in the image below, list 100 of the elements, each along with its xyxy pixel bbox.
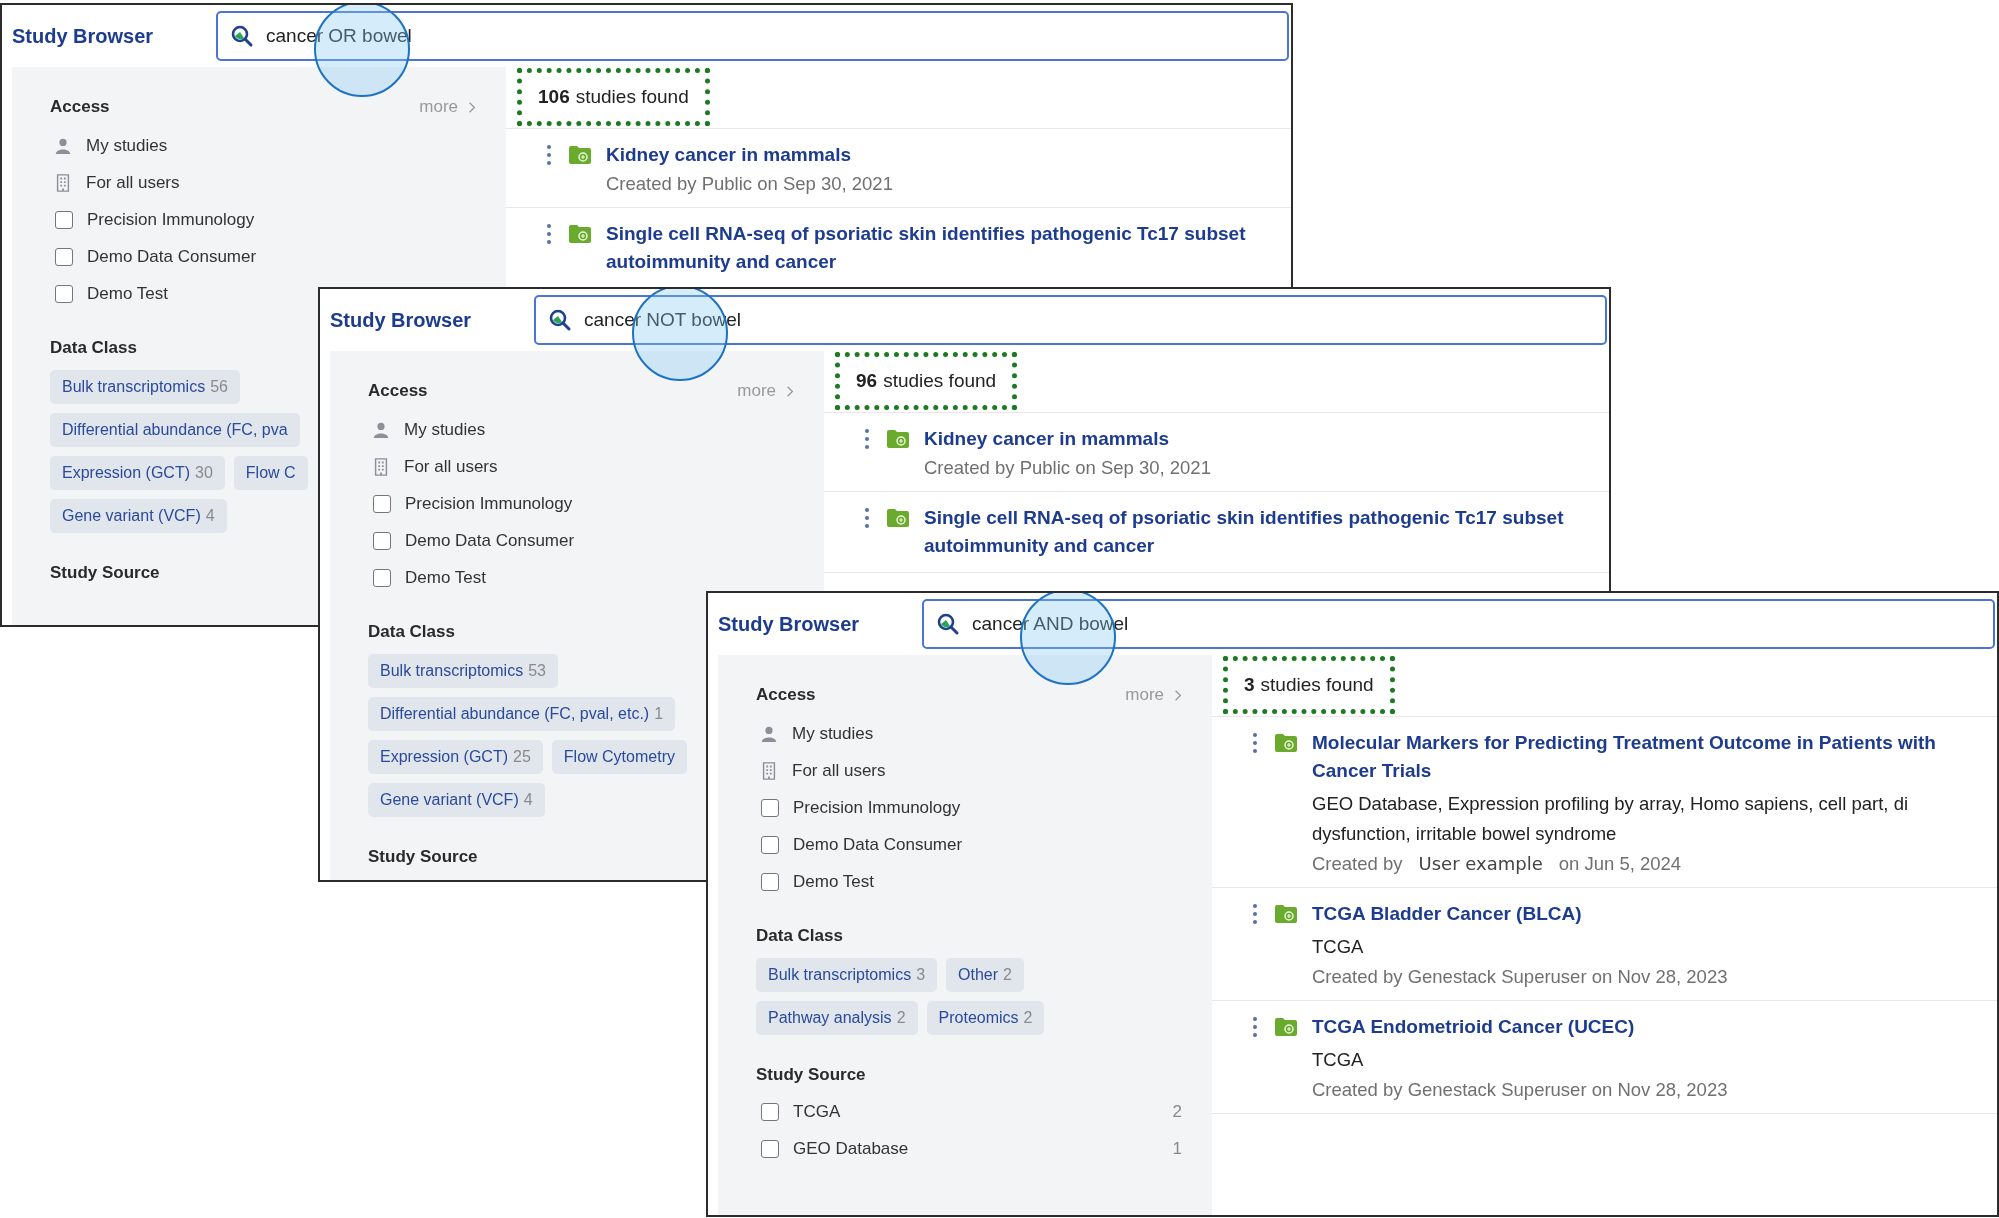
created-by-text: Created by Public on Sep 30, 2021 — [924, 457, 1211, 479]
study-title-link[interactable]: autoimmunity and cancer — [924, 532, 1155, 560]
filter-chip[interactable]: Bulk transcriptomics 53 — [368, 654, 558, 688]
filter-option[interactable]: Precision Immunology — [405, 493, 573, 514]
filter-option[interactable]: TCGA — [793, 1101, 841, 1122]
filter-chip[interactable]: Flow C — [233, 456, 308, 490]
filter-option[interactable]: Demo Data Consumer — [87, 246, 257, 267]
count-label: 1 — [1172, 1138, 1182, 1159]
app-title: Study Browser — [717, 612, 861, 636]
section-heading: Access — [368, 381, 428, 401]
study-title-link[interactable]: Single cell RNA-seq of psoriatic skin identifies pathogenic Tc17 subset — [606, 220, 1246, 248]
chevron-icon — [468, 100, 476, 114]
person-icon — [372, 420, 390, 439]
folder-icon — [568, 224, 592, 244]
folder-icon — [886, 429, 910, 449]
checkbox[interactable] — [761, 1102, 779, 1121]
filter-option[interactable]: Demo Test — [87, 283, 168, 304]
filter-chip[interactable]: Differential abundance (FC, pva — [50, 413, 300, 447]
checkbox[interactable] — [373, 568, 391, 587]
folder-icon — [886, 508, 910, 528]
section-heading: Data Class — [756, 926, 843, 946]
created-by-text: Created by Genestack Superuser on Nov 28, 2023 — [1312, 966, 1728, 988]
folder-icon — [1274, 904, 1298, 924]
checkbox[interactable] — [373, 531, 391, 550]
app-title: Study Browser — [329, 308, 473, 332]
more-options-icon — [1252, 732, 1258, 754]
results-count: 3 studies found — [1223, 656, 1395, 714]
folder-icon — [568, 145, 592, 165]
study-title-link[interactable]: Single cell RNA-seq of psoriatic skin identifies pathogenic Tc17 subset — [924, 504, 1564, 532]
folder-icon — [1274, 733, 1298, 753]
created-by-text: User example — [1418, 853, 1543, 874]
created-by-text: on Jun 5, 2024 — [1558, 853, 1682, 875]
checkbox[interactable] — [761, 798, 779, 817]
filter-option[interactable]: Precision Immunology — [793, 797, 961, 818]
chevron-icon — [1174, 688, 1182, 702]
checkbox[interactable] — [55, 247, 73, 266]
section-heading: Access — [756, 685, 816, 705]
filter-option[interactable]: Precision Immunology — [87, 209, 255, 230]
checkbox[interactable] — [761, 1139, 779, 1158]
filter-option[interactable]: Demo Data Consumer — [793, 834, 963, 855]
study-title-link[interactable]: Cancer Trials — [1312, 757, 1432, 785]
section-heading: Study Source — [368, 847, 478, 867]
created-by-text: Created by Public on Sep 30, 2021 — [606, 173, 893, 195]
more-options-icon — [546, 223, 552, 245]
more-options-icon — [864, 428, 870, 450]
study-title-link[interactable]: Kidney cancer in mammals — [924, 425, 1169, 453]
filter-option[interactable]: Demo Test — [405, 567, 486, 588]
person-icon — [54, 136, 72, 155]
study-title-link[interactable]: Molecular Markers for Predicting Treatment Outcome in Patients with — [1312, 729, 1936, 757]
checkbox[interactable] — [55, 210, 73, 229]
building-icon — [760, 761, 778, 780]
more-options-icon — [1252, 1016, 1258, 1038]
study-title-link[interactable]: Kidney cancer in mammals — [606, 141, 851, 169]
study-title-link[interactable]: autoimmunity and cancer — [606, 248, 837, 276]
building-icon — [54, 173, 72, 192]
filter-option[interactable]: GEO Database — [793, 1138, 909, 1159]
checkbox[interactable] — [373, 494, 391, 513]
filter-chip[interactable]: Bulk transcriptomics 56 — [50, 370, 240, 404]
count-label: 2 — [1172, 1101, 1182, 1122]
checkbox[interactable] — [55, 284, 73, 303]
building-icon — [372, 457, 390, 476]
filter-chip[interactable]: Proteomics 2 — [926, 1001, 1045, 1035]
filter-option[interactable]: My studies — [792, 723, 874, 744]
filter-option[interactable]: My studies — [86, 135, 168, 156]
folder-icon — [1274, 1017, 1298, 1037]
filter-option[interactable]: Demo Data Consumer — [405, 530, 575, 551]
filter-chip[interactable]: Gene variant (VCF) 4 — [50, 499, 227, 533]
checkbox[interactable] — [761, 872, 779, 891]
search-icon — [230, 24, 254, 48]
section-heading: Data Class — [368, 622, 455, 642]
chevron-icon — [786, 384, 794, 398]
filter-option[interactable]: Demo Test — [793, 871, 874, 892]
filter-chip[interactable]: Other 2 — [946, 958, 1024, 992]
filter-chip[interactable]: Bulk transcriptomics 3 — [756, 958, 938, 992]
filter-option[interactable]: My studies — [404, 419, 486, 440]
study-title-link[interactable]: TCGA Endometrioid Cancer (UCEC) — [1312, 1013, 1635, 1041]
results-count: 96 studies found — [835, 352, 1018, 410]
filter-chip[interactable]: Expression (GCT) 25 — [368, 740, 543, 774]
section-heading: Study Source — [50, 563, 160, 583]
filter-chip[interactable]: Differential abundance (FC, pval, etc.) 1 — [368, 697, 676, 731]
more-options-icon — [864, 507, 870, 529]
filter-chip[interactable]: Expression (GCT) 30 — [50, 456, 225, 490]
filter-option[interactable]: For all users — [792, 760, 886, 781]
more-options-icon — [546, 144, 552, 166]
section-heading: Data Class — [50, 338, 137, 358]
created-by-text: Created by Genestack Superuser on Nov 28, 2023 — [1312, 1079, 1728, 1101]
results-count: 106 studies found — [517, 68, 710, 126]
filter-chip[interactable]: Flow Cytometry — [551, 740, 687, 774]
filter-option[interactable]: For all users — [404, 456, 498, 477]
person-icon — [760, 724, 778, 743]
study-description: GEO Database, Expression profiling by array, Homo sapiens, cell part, di dysfunction, irritable bowel syndrome — [1312, 792, 1910, 846]
filter-chip[interactable]: Pathway analysis 2 — [756, 1001, 918, 1035]
study-title-link[interactable]: TCGA Bladder Cancer (BLCA) — [1312, 900, 1582, 928]
checkbox[interactable] — [761, 835, 779, 854]
study-description: TCGA — [1312, 1048, 1365, 1072]
filter-chip[interactable]: Gene variant (VCF) 4 — [368, 783, 545, 817]
filter-option[interactable]: For all users — [86, 172, 180, 193]
search-icon — [548, 308, 572, 332]
more-options-icon — [1252, 903, 1258, 925]
created-by-text: Created by — [1312, 853, 1403, 875]
